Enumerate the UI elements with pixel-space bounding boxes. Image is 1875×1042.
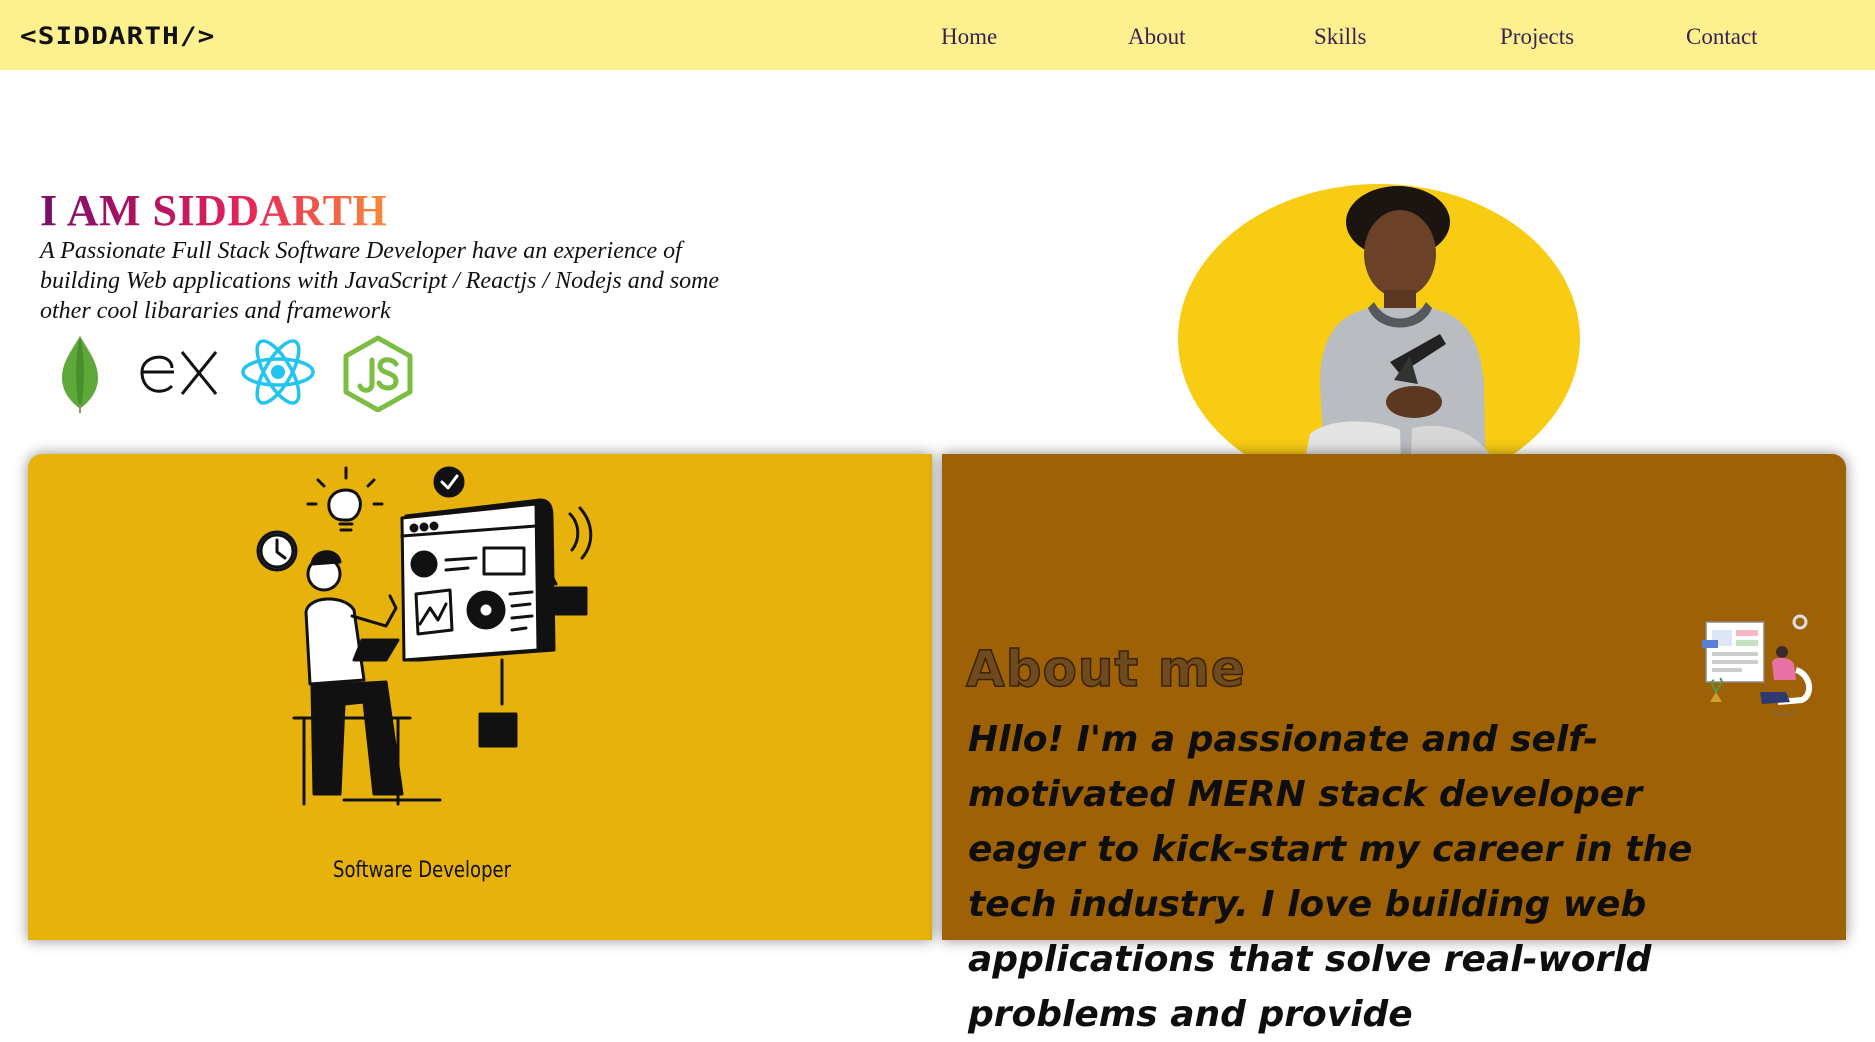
navbar: <SIDDARTH/> Home About Skills Projects C… xyxy=(0,0,1875,70)
hero-description: A Passionate Full Stack Software Develop… xyxy=(40,238,720,324)
hero-title: I AM SIDDARTH xyxy=(40,186,388,235)
skills-card: Software Developer xyxy=(28,454,932,940)
nav-link-home[interactable]: Home xyxy=(941,24,997,50)
react-icon xyxy=(240,336,316,412)
developer-illustration-icon xyxy=(256,466,593,806)
about-title: About me xyxy=(965,639,1246,699)
nav-link-skills[interactable]: Skills xyxy=(1314,24,1366,50)
nodejs-icon xyxy=(342,334,414,416)
profile-photo xyxy=(1178,184,1580,494)
workspace-illustration-icon xyxy=(1702,614,1813,715)
express-icon xyxy=(138,346,220,402)
person-avatar-icon xyxy=(1298,186,1504,494)
nav-link-contact[interactable]: Contact xyxy=(1686,24,1758,50)
nav-link-projects[interactable]: Projects xyxy=(1500,24,1574,50)
role-label: Software Developer xyxy=(333,858,512,883)
about-text: Hllo! I'm a passionate and self-motivate… xyxy=(968,719,1693,1035)
nav-link-about[interactable]: About xyxy=(1128,24,1186,50)
site-logo[interactable]: <SIDDARTH/> xyxy=(20,22,215,50)
mongodb-icon xyxy=(58,334,102,418)
